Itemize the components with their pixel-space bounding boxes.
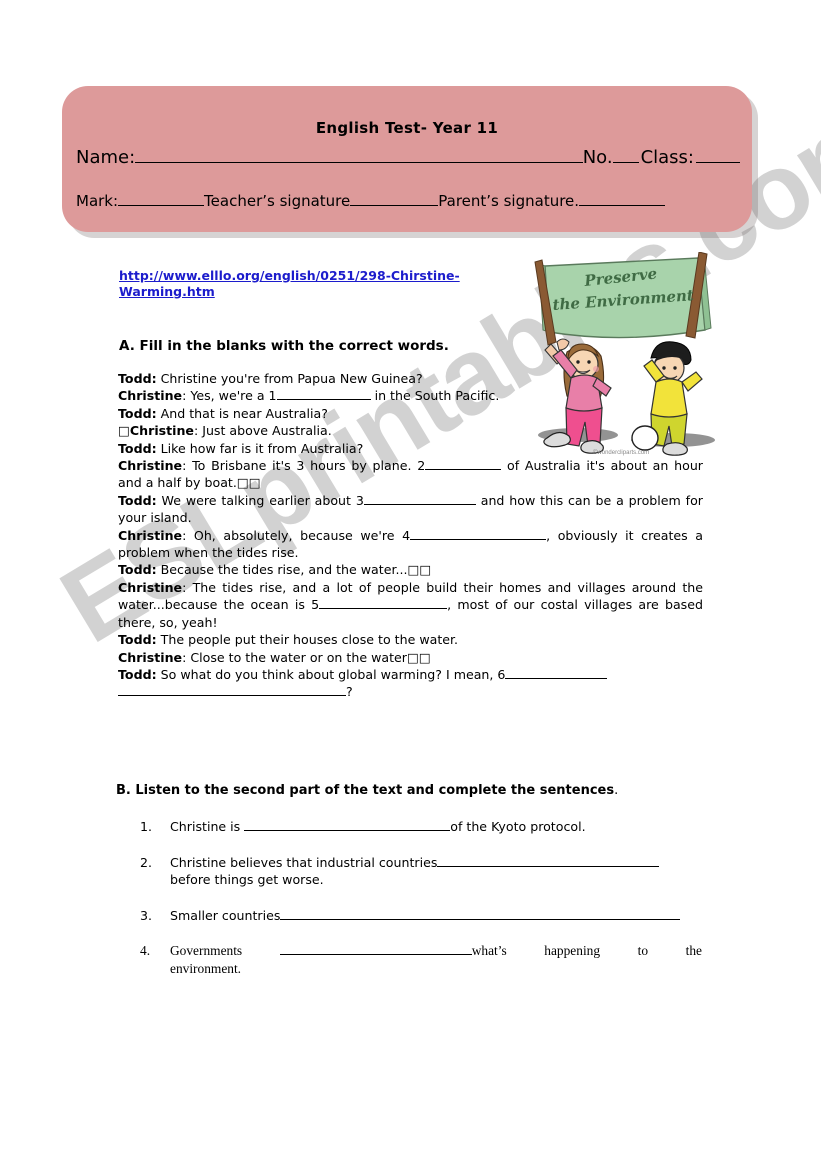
dialogue-line: Todd: Christine you're from Papua New Gu… [118,370,513,387]
dialogue-text: And that is near Australia? [156,405,328,421]
item-text-mid2: happening [544,943,601,959]
dialogue-line: Todd: So what do you think about global … [118,666,703,701]
item-number: 2. [140,854,153,870]
answer-blank-b1[interactable] [244,818,451,831]
source-url-link[interactable]: http://www.elllo.org/english/0251/298-Ch… [119,268,469,299]
section-b-heading-tail: . [614,783,619,798]
dialogue-text: : Just above Australia. [193,423,332,439]
dialogue-text: : Close to the water or on the water□□ [182,649,431,665]
answer-blank-b2[interactable] [437,854,660,867]
list-item: 2. Christine believes that industrial co… [140,854,702,889]
answer-blank-b4[interactable] [279,942,472,956]
item-text-mid4: the [685,943,702,959]
dialogue-text-after: in the South Pacific. [370,388,500,404]
item-text-before: Christine is [170,819,245,834]
item-text-mid: what’s [471,943,507,959]
name-input-line[interactable] [135,146,583,163]
speaker-label: Todd: [118,492,157,508]
speaker-label: □Christine [118,423,194,439]
dialogue-line: Todd: We were talking earlier about 3 an… [118,492,703,527]
speaker-label: Christine [118,388,183,404]
no-input-line[interactable] [612,146,639,163]
dialogue-text: So what do you think about global warmin… [156,666,506,682]
speaker-label: Todd: [118,632,157,648]
dialogue-text: : To Brisbane it's 3 hours by plane. 2 [182,458,426,474]
item-text-before: Christine believes that industrial count… [170,854,438,870]
answer-blank-6b[interactable] [118,683,346,697]
dialogue-line: Todd: The people put their houses close … [118,631,703,648]
answer-blank-5[interactable] [319,596,448,610]
name-row: Name: No. Class: [76,146,740,168]
dialogue-line: Todd: Like how far is it from Australia? [118,440,703,457]
answer-blank-6a[interactable] [505,666,608,679]
dialogue-line: Christine: The tides rise, and a lot of … [118,579,703,631]
name-label: Name: [76,147,136,168]
speaker-label: Todd: [118,371,157,386]
item-text-after: before things get worse. [170,872,324,888]
item-number: 4. [140,943,151,959]
dialogue-transcript: Todd: Christine you're from Papua New Gu… [118,370,703,701]
dialogue-text: Because the tides rise, and the water...… [156,562,432,578]
list-item: 1. Christine is of the Kyoto protocol. [140,818,702,836]
section-b-heading-bold: B. Listen to the second part of the text… [116,783,615,798]
mark-row: Mark: Teacher’s signature Parent’s signa… [76,191,666,210]
dialogue-line: Todd: And that is near Australia? [118,405,703,422]
mark-input-line[interactable] [118,191,205,206]
dialogue-line: Christine: To Brisbane it's 3 hours by p… [118,457,703,492]
list-item: 4. Governments what’s happening to the e… [140,942,702,977]
test-header-box: English Test- Year 11 Name: No. Class: M… [62,86,752,232]
dialogue-text: : Yes, we're a 1 [182,388,277,404]
speaker-label: Christine [118,527,183,543]
dialogue-line: Christine: Oh, absolutely, because we're… [118,527,703,562]
dialogue-line: Todd: Because the tides rise, and the wa… [118,561,703,578]
teacher-signature-label: Teacher’s signature [204,192,351,210]
dialogue-text-after: ? [346,684,353,700]
dialogue-text: The people put their houses close to the… [156,632,459,648]
dialogue-text: Like how far is it from Australia? [156,440,364,456]
dialogue-line: Christine: Close to the water or on the … [118,649,703,666]
section-a-heading: A. Fill in the blanks with the correct w… [119,338,449,354]
class-label: Class: [640,147,694,168]
speaker-label: Todd: [118,440,157,456]
answer-blank-1[interactable] [276,387,371,401]
item-number: 3. [140,907,153,923]
speaker-label: Todd: [118,666,157,682]
speaker-label: Christine [118,579,183,595]
answer-blank-3[interactable] [363,492,476,505]
item-number: 1. [140,819,153,834]
answer-blank-4[interactable] [410,527,547,540]
item-text-before: Governments [170,943,243,959]
item-text-before: Smaller countries [170,907,281,923]
list-item: 3. Smaller countries [140,907,702,925]
dialogue-text: Christine you're from Papua New Guinea? [156,371,423,386]
answer-blank-b3[interactable] [280,907,681,920]
dialogue-line: □Christine: Just above Australia. [118,422,703,439]
teacher-signature-line[interactable] [350,191,439,206]
item-row: Governments what’s happening to the [170,942,702,960]
parent-signature-label: Parent’s signature. [438,192,580,210]
no-label: No. [582,147,613,168]
speaker-label: Christine [118,649,183,665]
mark-label: Mark: [76,192,119,210]
speaker-label: Christine [118,458,183,474]
speaker-label: Todd: [118,562,157,578]
item-text-after: environment. [170,960,242,976]
dialogue-line: Christine: Yes, we're a 1 in the South P… [118,387,513,404]
class-input-line[interactable] [696,146,740,163]
speaker-label: Todd: [118,405,157,421]
dialogue-text: : Oh, absolutely, because we're 4 [182,527,411,543]
section-b-question-list: 1. Christine is of the Kyoto protocol. 2… [140,818,702,996]
parent-signature-line[interactable] [579,191,666,206]
item-text-mid3: to [637,943,649,959]
dialogue-text: We were talking earlier about 3 [156,492,364,508]
answer-blank-2[interactable] [425,457,502,471]
section-b-heading: B. Listen to the second part of the text… [116,783,618,798]
page-title: English Test- Year 11 [315,119,499,137]
item-text-after: of the Kyoto protocol. [450,819,586,834]
